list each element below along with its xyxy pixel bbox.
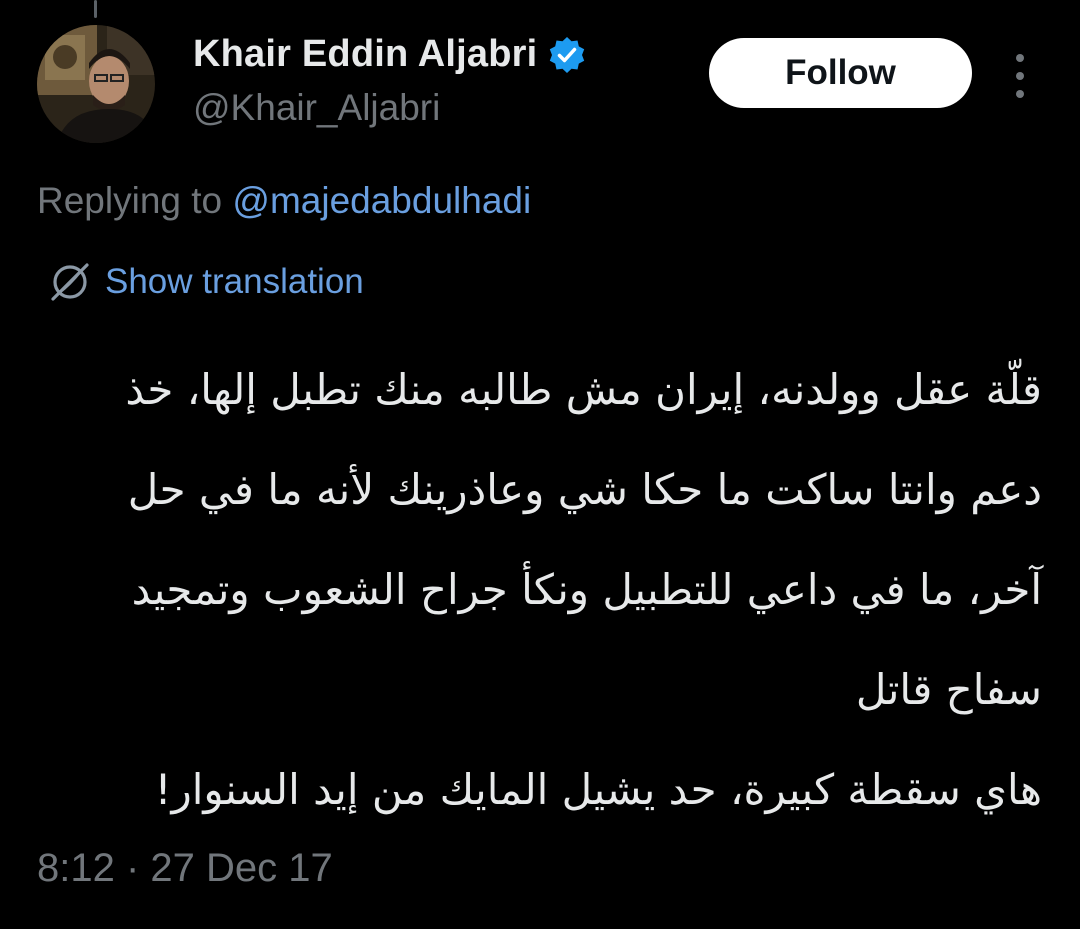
replying-to: Replying to @majedabdulhadi (37, 180, 531, 222)
author-handle[interactable]: @Khair_Aljabri (193, 87, 440, 129)
show-translation-label: Show translation (105, 262, 364, 301)
thread-connector-line (94, 0, 97, 18)
tweet-text-line: سفاح قاتل (855, 665, 1042, 714)
reply-mention-link[interactable]: @majedabdulhadi (232, 180, 531, 221)
tweet-text-line: هاي سقطة كبيرة، حد يشيل المايك من إيد ال… (154, 765, 1042, 814)
author-name-row: Khair Eddin Aljabri (193, 33, 587, 76)
replying-to-label: Replying to (37, 180, 233, 221)
tweet-timestamp[interactable]: 8:12 · 27 Dec 17 (37, 846, 333, 891)
avatar[interactable] (37, 25, 155, 143)
tweet-text: قلّة عقل وولدنه، إيران مش طالبه منك تطبل… (32, 340, 1042, 840)
globe-translate-icon (51, 263, 89, 301)
tweet-text-line: قلّة عقل وولدنه، إيران مش طالبه منك تطبل… (125, 365, 1042, 414)
author-display-name[interactable]: Khair Eddin Aljabri (193, 33, 537, 76)
follow-button[interactable]: Follow (709, 38, 972, 108)
show-translation-link[interactable]: Show translation (47, 259, 364, 305)
more-options-icon[interactable] (1006, 54, 1034, 98)
tweet-text-line: آخر، ما في داعي للتطبيل ونكأ جراح الشعوب… (131, 565, 1042, 614)
tweet-text-line: دعم وانتا ساكت ما حكا شي وعاذرينك لأنه م… (127, 465, 1042, 514)
verified-badge-icon (550, 36, 585, 73)
